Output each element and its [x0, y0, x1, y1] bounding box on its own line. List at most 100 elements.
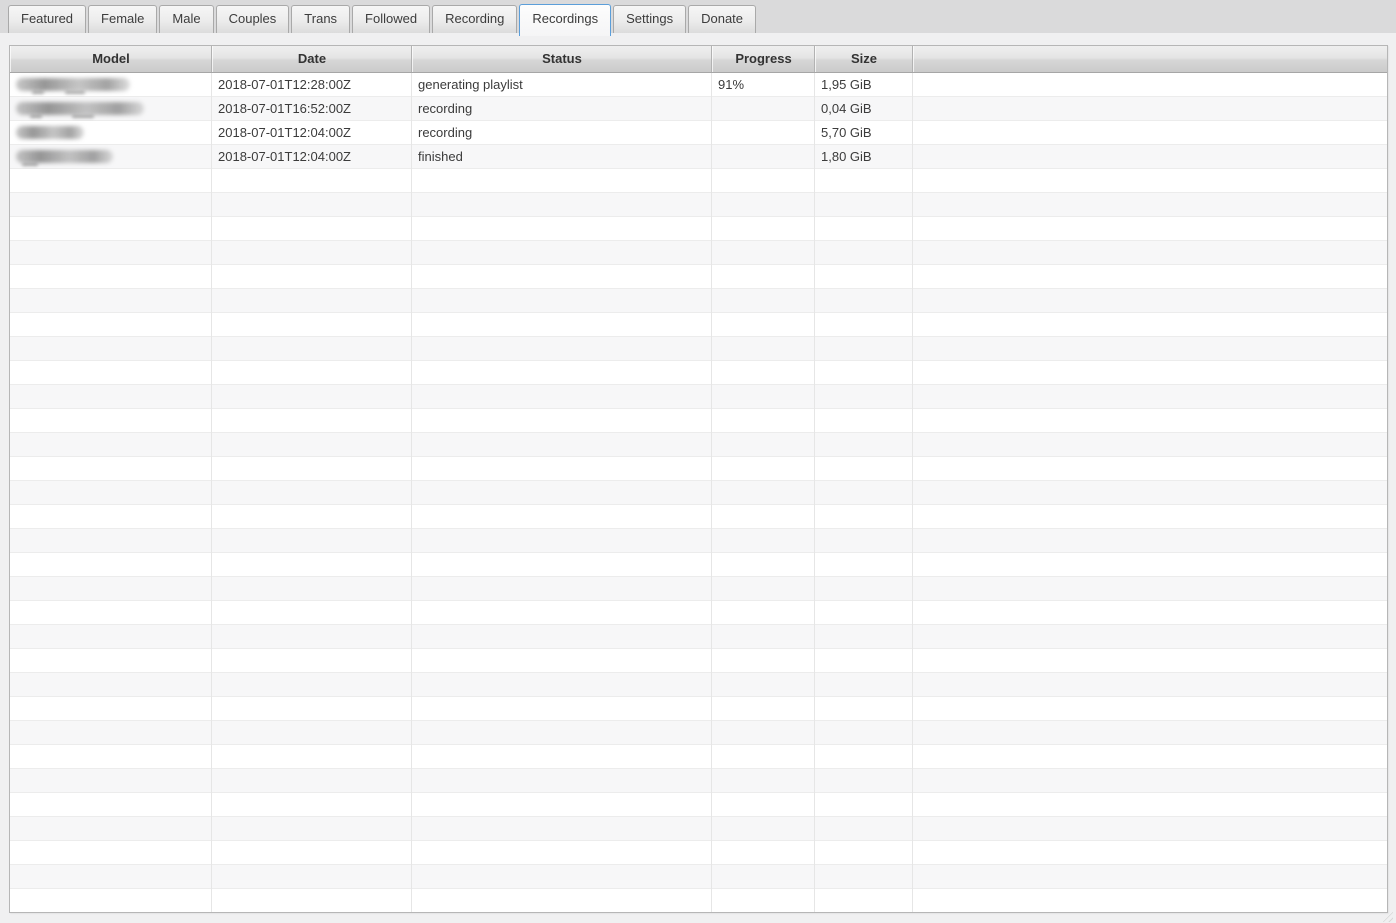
cell-date — [212, 265, 412, 289]
cell-model — [10, 841, 212, 865]
tab-recording[interactable]: Recording — [432, 5, 518, 33]
cell-progress — [712, 313, 815, 337]
cell-progress — [712, 361, 815, 385]
cell-blank — [913, 361, 1387, 385]
cell-date — [212, 289, 412, 313]
column-header-blank[interactable] — [913, 46, 1387, 72]
tab-settings[interactable]: Settings — [613, 5, 687, 33]
cell-model — [10, 553, 212, 577]
cell-model — [10, 649, 212, 673]
cell-status — [412, 817, 712, 841]
cell-blank — [913, 145, 1387, 169]
cell-date — [212, 697, 412, 721]
cell-blank — [913, 577, 1387, 601]
tab-donate[interactable]: Donate — [688, 5, 757, 33]
cell-date — [212, 505, 412, 529]
cell-date — [212, 217, 412, 241]
cell-progress — [712, 745, 815, 769]
column-header-progress[interactable]: Progress — [712, 46, 815, 72]
table-row-empty — [10, 505, 1387, 529]
cell-blank — [913, 289, 1387, 313]
cell-date — [212, 769, 412, 793]
tab-couples[interactable]: Couples — [215, 5, 290, 33]
cell-model — [10, 721, 212, 745]
table-row[interactable]: 2018-07-01T12:04:00Z finished 1,80 GiB — [10, 145, 1387, 169]
cell-size — [815, 697, 913, 721]
table-row[interactable]: 2018-07-01T12:04:00Z recording 5,70 GiB — [10, 121, 1387, 145]
cell-size — [815, 577, 913, 601]
cell-progress — [712, 505, 815, 529]
cell-model — [10, 601, 212, 625]
cell-blank — [913, 649, 1387, 673]
tab-female[interactable]: Female — [88, 5, 158, 33]
cell-blank — [913, 169, 1387, 193]
cell-size — [815, 193, 913, 217]
cell-progress — [712, 601, 815, 625]
cell-status — [412, 673, 712, 697]
column-header-status[interactable]: Status — [412, 46, 712, 72]
cell-size — [815, 457, 913, 481]
cell-date — [212, 457, 412, 481]
cell-progress — [712, 817, 815, 841]
tab-recordings[interactable]: Recordings — [519, 4, 612, 36]
cell-model — [10, 769, 212, 793]
table-row-empty — [10, 841, 1387, 865]
cell-progress — [712, 625, 815, 649]
cell-size — [815, 769, 913, 793]
cell-status — [412, 481, 712, 505]
cell-status — [412, 409, 712, 433]
cell-date — [212, 817, 412, 841]
recordings-table: Model Date Status Progress Size 2018-07-01T1… — [9, 45, 1388, 913]
cell-progress: 91% — [712, 73, 815, 97]
table-row-empty — [10, 601, 1387, 625]
cell-progress — [712, 337, 815, 361]
cell-progress — [712, 841, 815, 865]
content-area: Model Date Status Progress Size 2018-07-01T1… — [0, 33, 1396, 923]
table-row-empty — [10, 625, 1387, 649]
cell-status — [412, 649, 712, 673]
model-name-redacted-fragment — [72, 115, 94, 118]
cell-status — [412, 889, 712, 912]
cell-date — [212, 793, 412, 817]
column-header-size[interactable]: Size — [815, 46, 913, 72]
table-body: 2018-07-01T12:28:00Z generating playlist 9… — [10, 73, 1387, 912]
cell-progress — [712, 721, 815, 745]
cell-status — [412, 217, 712, 241]
table-row-empty — [10, 289, 1387, 313]
tab-trans[interactable]: Trans — [291, 5, 351, 33]
cell-progress — [712, 769, 815, 793]
model-name-redacted — [16, 150, 113, 163]
table-row[interactable]: 2018-07-01T12:28:00Z generating playlist 9… — [10, 73, 1387, 97]
tab-male[interactable]: Male — [159, 5, 214, 33]
tab-featured[interactable]: Featured — [8, 5, 87, 33]
table-row[interactable]: 2018-07-01T16:52:00Z recording 0,04 GiB — [10, 97, 1387, 121]
column-header-model[interactable]: Model — [10, 46, 212, 72]
cell-date — [212, 625, 412, 649]
cell-progress — [712, 553, 815, 577]
cell-blank — [913, 553, 1387, 577]
cell-blank — [913, 481, 1387, 505]
cell-size: 1,80 GiB — [815, 145, 913, 169]
cell-size — [815, 721, 913, 745]
cell-size: 1,95 GiB — [815, 73, 913, 97]
cell-date — [212, 865, 412, 889]
table-row-empty — [10, 337, 1387, 361]
cell-status — [412, 697, 712, 721]
cell-size — [815, 841, 913, 865]
cell-date — [212, 721, 412, 745]
cell-size — [815, 169, 913, 193]
cell-blank — [913, 313, 1387, 337]
cell-model — [10, 865, 212, 889]
cell-status: recording — [412, 97, 712, 121]
cell-model — [10, 217, 212, 241]
cell-model — [10, 169, 212, 193]
cell-progress — [712, 385, 815, 409]
column-header-date[interactable]: Date — [212, 46, 412, 72]
table-row-empty — [10, 745, 1387, 769]
cell-date — [212, 241, 412, 265]
cell-date — [212, 577, 412, 601]
cell-date: 2018-07-01T12:04:00Z — [212, 145, 412, 169]
cell-progress — [712, 457, 815, 481]
cell-progress — [712, 265, 815, 289]
tab-followed[interactable]: Followed — [352, 5, 431, 33]
